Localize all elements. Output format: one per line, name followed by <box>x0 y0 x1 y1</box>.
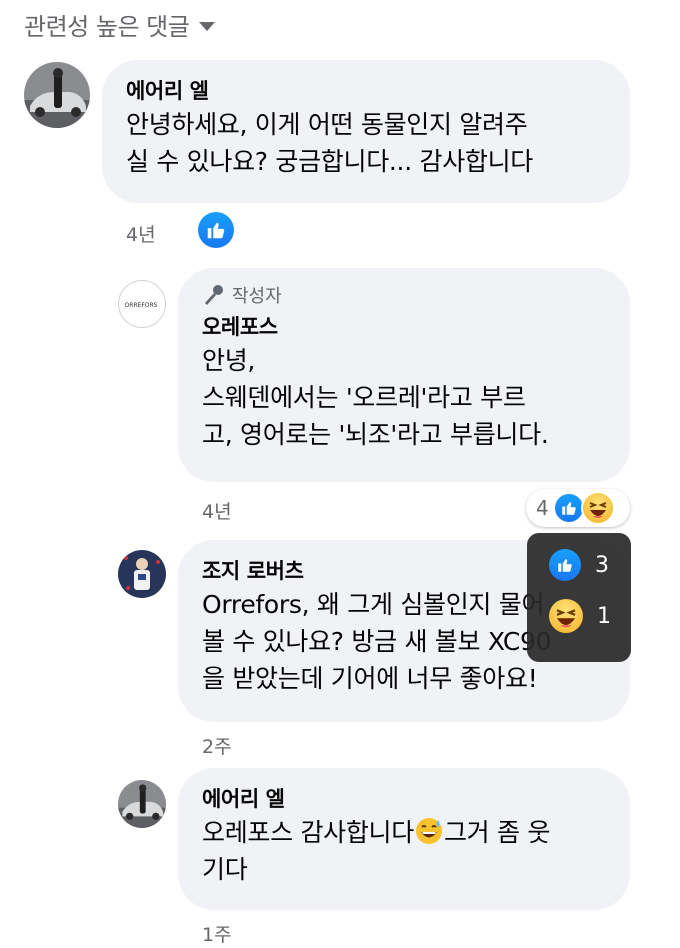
comment-time[interactable]: 1주 <box>202 924 232 946</box>
avatar[interactable] <box>24 62 90 128</box>
haha-icon <box>580 491 615 525</box>
like-icon <box>549 549 581 581</box>
reaction-count: 4 <box>536 496 549 520</box>
grinning-sweat-emoji-icon <box>415 818 442 844</box>
avatar-logo-text: ORREFORS <box>124 302 157 309</box>
comment-meta: 4년 <box>126 220 156 247</box>
reactions-tooltip: 3 1 <box>527 533 631 662</box>
comment-bubble: 에어리 엘 안녕하세요, 이게 어떤 동물인지 알려주 실 수 있나요? 궁금합… <box>102 60 630 203</box>
comment-author[interactable]: 오레포스 <box>202 312 606 342</box>
comment-meta: 2주 <box>202 732 232 759</box>
comment-author[interactable]: 에어리 엘 <box>126 76 606 106</box>
comment-meta: 1주 <box>202 920 232 947</box>
sort-label: 관련성 높은 댓글 <box>24 12 190 41</box>
avatar[interactable] <box>118 550 166 598</box>
author-badge-label: 작성자 <box>232 286 282 307</box>
like-count: 3 <box>595 552 609 578</box>
sort-comments-dropdown[interactable]: 관련성 높은 댓글 <box>24 6 216 42</box>
comment-time[interactable]: 4년 <box>202 501 232 523</box>
tooltip-haha-row: 1 <box>549 599 611 633</box>
reaction-summary[interactable]: 4 <box>526 489 630 527</box>
haha-count: 1 <box>597 603 611 629</box>
comment-bubble: 작성자 오레포스 안녕, 스웨덴에서는 '오르레'라고 부르 고, 영어로는 '… <box>178 268 630 482</box>
like-reaction-icon[interactable] <box>198 212 234 248</box>
avatar[interactable]: ORREFORS <box>118 280 166 328</box>
comment-bubble: 에어리 엘 오레포스 감사합니다 그거 좀 웃 기다 <box>178 768 630 910</box>
microphone-icon <box>205 285 223 305</box>
haha-icon <box>549 599 583 633</box>
comment-text: 오레포스 감사합니다 그거 좀 웃 기다 <box>202 814 606 888</box>
comment-text-part: 오레포스 감사합니다 <box>202 818 414 847</box>
comment-meta: 4년 <box>202 497 232 524</box>
like-icon <box>552 492 585 524</box>
avatar[interactable] <box>118 780 166 828</box>
comment-time[interactable]: 4년 <box>126 224 156 246</box>
author-badge: 작성자 <box>202 282 606 308</box>
comment-author[interactable]: 에어리 엘 <box>202 784 606 814</box>
comment-text: 안녕, 스웨덴에서는 '오르레'라고 부르 고, 영어로는 '뇌조'라고 부릅니… <box>202 346 549 449</box>
comment-text: 안녕하세요, 이게 어떤 동물인지 알려주 실 수 있나요? 궁금합니다... … <box>126 110 533 176</box>
caret-down-icon <box>199 21 216 31</box>
comment-time[interactable]: 2주 <box>202 736 232 758</box>
tooltip-like-row: 3 <box>549 549 609 581</box>
